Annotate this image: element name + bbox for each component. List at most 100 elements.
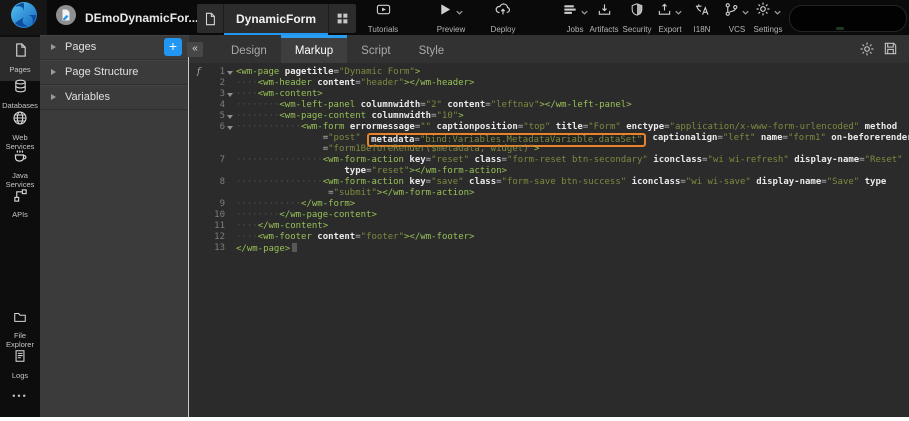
toolbar-action-label: Deploy [472,25,534,34]
line-number: 2 [195,78,232,89]
fold-toggle-icon[interactable] [227,126,233,130]
chevron-down-icon [773,4,782,22]
code-row: type="reset"></wm-form-action> [195,166,909,177]
database-icon [13,78,28,99]
project-selector[interactable]: DEmoDynamicFor... [55,0,215,35]
gutter-flag: f [197,67,200,78]
markup-editor: « DesignMarkupScriptStyle 1f <wm-page pag… [189,35,909,417]
logs-icon [13,348,27,369]
line-number: 12 [195,232,232,243]
line-number: 1f [195,67,232,78]
chevron-down-icon [455,4,464,22]
sidebar: PagesDatabasesWeb Services Java Services A… [0,35,40,417]
code-line-text: <wm-page pagetitle="Dynamic Form"> [236,67,420,78]
bottom-strip [0,417,909,421]
code-line-text: ················<wm-form-action key="res… [236,155,903,166]
code-editor[interactable]: 1f <wm-page pagetitle="Dynamic Form"> 2 ···… [195,63,909,417]
line-number: 3 [195,89,232,100]
code-line-text: type="reset"></wm-form-action> [236,166,507,177]
code-row: ="post" metadata="bind:Variables.Metadat… [195,133,909,144]
sidebar-item-web-services[interactable]: Web Services [0,110,40,151]
toolbar-action-deploy[interactable]: Deploy [472,6,534,34]
globe-icon [12,110,28,131]
code-line-text: ····</wm-content> [236,221,328,232]
caret-right-icon [51,69,56,75]
tab-script[interactable]: Script [347,35,404,63]
code-line-text: ="form1BeforeRender($metadata, widget)"> [236,144,539,155]
line-number [195,144,232,155]
toolbar-action-tutorials[interactable]: Tutorials [352,6,414,34]
code-line-text: ············</wm-form> [236,199,355,210]
code-row: 10 ········</wm-page-content> [195,210,909,221]
api-icon [13,188,28,208]
code-line-text: ····<wm-header content="header"></wm-hea… [236,78,474,89]
cloud-upload-icon [494,1,512,22]
line-number: 11 [195,221,232,232]
code-row: 3 ····<wm-content> [195,89,909,100]
tray-up-icon [657,2,672,22]
text-cursor [292,243,297,252]
editor-save-button[interactable] [883,41,899,57]
code-row: 12 ····<wm-footer content="footer"></wm-f… [195,232,909,243]
page-tab-dynamicform[interactable]: DynamicForm [197,4,356,33]
sidebar-item-apis[interactable]: APIs [0,188,40,220]
sidebar-item-java-services[interactable]: Java Services [0,148,40,189]
tab-markup[interactable]: Markup [281,35,347,63]
line-number: 5 [195,111,232,122]
fold-toggle-icon[interactable] [227,115,233,119]
editor-settings-button[interactable] [859,41,875,57]
panel-section-pages[interactable]: Pages+ [40,35,189,60]
pages-panel: Pages+Page Structure Variables [40,35,189,417]
play-icon [438,2,453,22]
line-number: 4 [195,100,232,111]
sidebar-item-label: Java Services [0,172,40,189]
code-line-text: </wm-page> [236,243,297,254]
code-line-text: ····<wm-content> [236,89,323,100]
line-number: 6 [195,122,232,133]
tab-design[interactable]: Design [217,35,281,63]
code-row: 11 ····</wm-content> [195,221,909,232]
caret-right-icon [51,94,56,100]
add-page-button[interactable]: + [164,38,182,56]
sidebar-item-databases[interactable]: Databases [0,78,40,111]
sidebar-item-logs[interactable]: Logs [0,348,40,381]
line-number [195,166,232,177]
sidebar-item-file-explorer[interactable]: File Explorer [0,310,40,349]
collapse-panel-button[interactable]: « [187,42,203,57]
editor-toolbar: « DesignMarkupScriptStyle [189,35,909,63]
sidebar-item-pages[interactable]: Pages [0,37,40,81]
code-row: 7················<wm-form-action key="re… [195,155,909,166]
topbar: DEmoDynamicFor... DynamicForm TutorialsP… [0,0,909,35]
line-number: 8 [195,177,232,188]
code-row: 1f <wm-page pagetitle="Dynamic Form"> [195,67,909,78]
tab-style[interactable]: Style [405,35,459,63]
panel-section-label: Variables [65,91,110,103]
panel-section-page-structure[interactable]: Page Structure [40,60,189,85]
sidebar-item-label: APIs [0,211,40,220]
code-row: 4 ········<wm-left-panel columnwidth="2" … [195,100,909,111]
file-icon [197,4,224,33]
fold-toggle-icon[interactable] [227,71,233,75]
folder-icon [12,310,28,329]
project-name: DEmoDynamicFor... [85,11,198,25]
status-dot [836,27,844,30]
code-row: 6 ············<wm-form errormessage="" ca… [195,122,909,133]
code-row: 13</wm-page> [195,243,909,254]
fold-toggle-icon[interactable] [227,93,233,97]
pages-icon [13,42,28,63]
app-logo[interactable] [0,0,47,35]
code-line-text: ············<wm-form errormessage="" cap… [236,122,897,133]
sidebar-more-button[interactable]: ••• [0,391,40,401]
panel-section-variables[interactable]: Variables [40,85,189,110]
code-line-text: ········<wm-left-panel columnwidth="2" c… [236,100,632,111]
studio-window: DEmoDynamicFor... DynamicForm Tutorials P… [0,0,909,421]
account-pill[interactable] [789,5,907,32]
line-number [195,133,232,144]
page-tab-title: DynamicForm [224,4,328,33]
line-number: 10 [195,210,232,221]
code-line-text: ········</wm-page-content> [236,210,377,221]
code-line-text: ····<wm-footer content="footer"></wm-foo… [236,232,474,243]
coffee-icon [12,148,28,169]
code-line-text: ········<wm-page-content columnwidth="10… [236,111,464,122]
toolbar-action-label: Settings [737,25,799,34]
